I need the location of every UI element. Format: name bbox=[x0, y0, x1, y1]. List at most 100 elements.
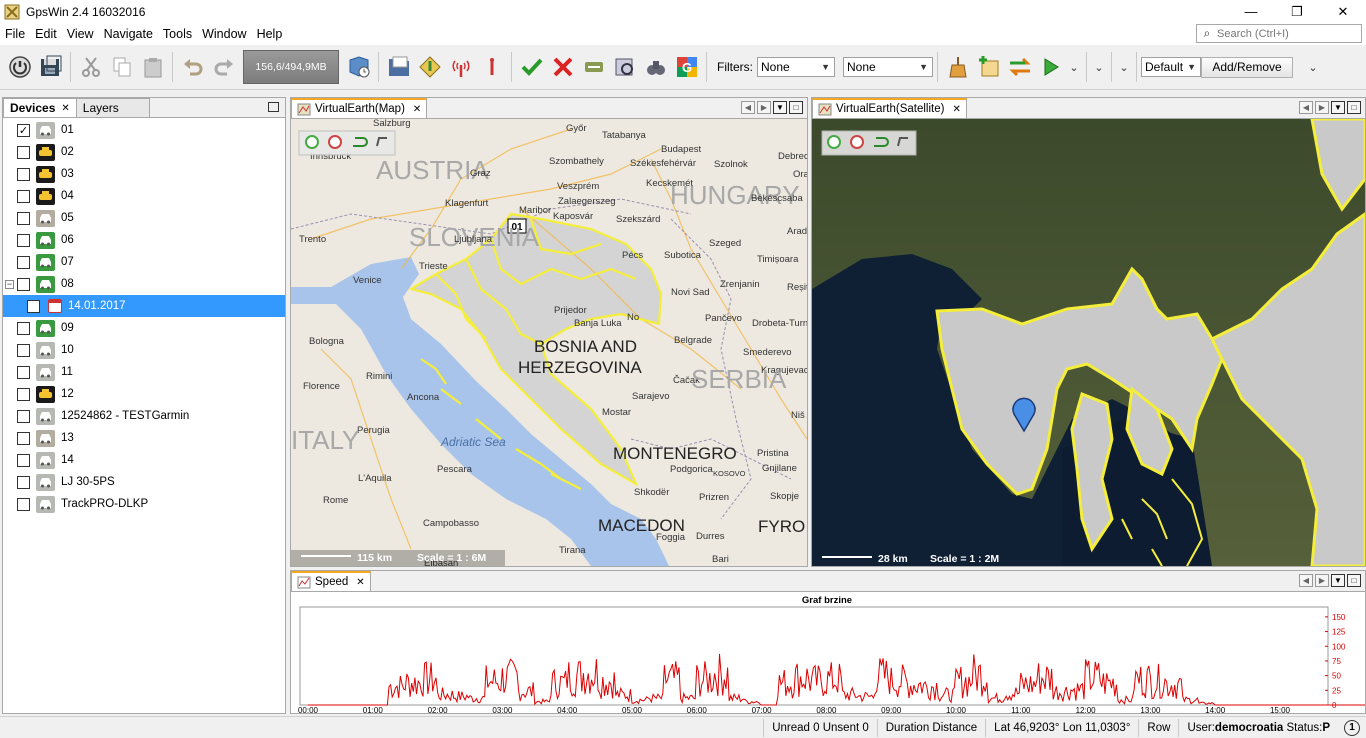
device-item[interactable]: TrackPRO-DLKP bbox=[3, 493, 285, 515]
menu-navigate[interactable]: Navigate bbox=[99, 27, 158, 41]
zoom-out-icon[interactable] bbox=[328, 135, 342, 149]
device-checkbox[interactable] bbox=[17, 145, 30, 159]
accept-button[interactable] bbox=[516, 52, 547, 83]
sync-button[interactable] bbox=[578, 52, 609, 83]
device-item[interactable]: 12524862 - TESTGarmin bbox=[3, 405, 285, 427]
device-checkbox[interactable] bbox=[27, 299, 40, 313]
menu-help[interactable]: Help bbox=[252, 27, 288, 41]
menu-edit[interactable]: Edit bbox=[30, 27, 62, 41]
device-item[interactable]: − 08 bbox=[3, 273, 285, 295]
power-button[interactable] bbox=[4, 52, 35, 83]
google-button[interactable]: G bbox=[671, 52, 702, 83]
dropdown-icon[interactable]: ▼ bbox=[1331, 101, 1345, 114]
filter-combo-1[interactable]: None ▼ bbox=[757, 57, 835, 77]
scroll-left-icon[interactable]: ◀ bbox=[1299, 574, 1313, 587]
device-item[interactable]: 12 bbox=[3, 383, 285, 405]
menu-window[interactable]: Window bbox=[197, 27, 251, 41]
clear-button[interactable] bbox=[942, 52, 973, 83]
device-item[interactable]: 02 bbox=[3, 141, 285, 163]
zoom-out-icon[interactable] bbox=[850, 135, 864, 149]
speed-chart[interactable]: Graf brzine 00:00 01:00 02:00 03:00 04:00 05:… bbox=[291, 592, 1365, 713]
marker-button[interactable] bbox=[476, 52, 507, 83]
device-checkbox[interactable] bbox=[17, 189, 30, 203]
device-checkbox[interactable] bbox=[17, 321, 30, 335]
road-map[interactable]: 01 Salzburg GyőrTatabanyaInnsbruckBudapes… bbox=[291, 119, 807, 566]
device-checkbox[interactable] bbox=[17, 409, 30, 423]
menu-view[interactable]: View bbox=[62, 27, 99, 41]
map-pin-button[interactable] bbox=[414, 52, 445, 83]
maximize-button[interactable]: ❐ bbox=[1274, 0, 1320, 23]
close-icon[interactable]: ✕ bbox=[356, 577, 364, 588]
save-button[interactable] bbox=[35, 52, 66, 83]
antenna-button[interactable] bbox=[445, 52, 476, 83]
zoom-in-icon[interactable] bbox=[827, 135, 841, 149]
device-checkbox[interactable] bbox=[17, 167, 30, 181]
copy-button[interactable] bbox=[106, 52, 137, 83]
dropdown-icon[interactable]: ▼ bbox=[773, 101, 787, 114]
play-button[interactable] bbox=[1035, 52, 1066, 83]
device-checkbox[interactable] bbox=[17, 343, 30, 357]
device-checkbox[interactable] bbox=[17, 277, 30, 291]
overflow-chevron-icon[interactable]: ⌄ bbox=[1305, 61, 1321, 74]
minimize-button[interactable]: — bbox=[1228, 0, 1274, 23]
tab-speed[interactable]: Speed ✕ bbox=[291, 571, 371, 591]
overflow-chevron-icon[interactable]: ⌄ bbox=[1091, 61, 1107, 74]
device-checkbox[interactable] bbox=[17, 233, 30, 247]
paste-button[interactable] bbox=[137, 52, 168, 83]
overflow-chevron-icon[interactable]: ⌄ bbox=[1116, 61, 1132, 74]
redo-button[interactable] bbox=[208, 52, 239, 83]
device-item[interactable]: ✓ 01 bbox=[3, 119, 285, 141]
undo-button[interactable] bbox=[177, 52, 208, 83]
device-item[interactable]: 06 bbox=[3, 229, 285, 251]
profile-combo[interactable]: Default ▼ bbox=[1141, 57, 1201, 77]
device-item[interactable]: 09 bbox=[3, 317, 285, 339]
device-checkbox[interactable]: ✓ bbox=[17, 123, 30, 137]
add-remove-button[interactable]: Add/Remove bbox=[1201, 56, 1293, 78]
device-checkbox[interactable] bbox=[17, 365, 30, 379]
device-checkbox[interactable] bbox=[17, 431, 30, 445]
device-log-item[interactable]: 14.01.2017 bbox=[3, 295, 285, 317]
garbage-collect-button[interactable] bbox=[343, 52, 374, 83]
search-input[interactable]: ⌕ Search (Ctrl+I) bbox=[1196, 24, 1362, 43]
device-item[interactable]: 10 bbox=[3, 339, 285, 361]
refresh-button[interactable] bbox=[1004, 52, 1035, 83]
scroll-left-icon[interactable]: ◀ bbox=[741, 101, 755, 114]
device-item[interactable]: LJ 30-5PS bbox=[3, 471, 285, 493]
device-checkbox[interactable] bbox=[17, 475, 30, 489]
tab-virtualearth-satellite[interactable]: VirtualEarth(Satellite) ✕ bbox=[812, 98, 967, 118]
device-item[interactable]: 13 bbox=[3, 427, 285, 449]
cut-button[interactable] bbox=[75, 52, 106, 83]
maximize-icon[interactable]: □ bbox=[1347, 101, 1361, 114]
device-item[interactable]: 07 bbox=[3, 251, 285, 273]
scroll-left-icon[interactable]: ◀ bbox=[1299, 101, 1313, 114]
menu-file[interactable]: File bbox=[0, 27, 30, 41]
tab-layers[interactable]: Layers bbox=[75, 98, 150, 117]
collapse-icon[interactable]: − bbox=[5, 279, 14, 289]
close-button[interactable]: ✕ bbox=[1320, 0, 1366, 23]
device-checkbox[interactable] bbox=[17, 497, 30, 511]
new-window-button[interactable] bbox=[973, 52, 1004, 83]
menu-tools[interactable]: Tools bbox=[158, 27, 197, 41]
close-icon[interactable]: ✕ bbox=[952, 104, 960, 115]
filter-combo-2[interactable]: None ▼ bbox=[843, 57, 933, 77]
device-item[interactable]: 05 bbox=[3, 207, 285, 229]
minimize-panel-icon[interactable] bbox=[268, 102, 279, 112]
device-item[interactable]: 14 bbox=[3, 449, 285, 471]
scan-button[interactable] bbox=[609, 52, 640, 83]
tab-devices[interactable]: Devices ✕ bbox=[3, 98, 77, 117]
notifications-icon[interactable]: 1 bbox=[1344, 719, 1360, 736]
open-folder-button[interactable] bbox=[383, 52, 414, 83]
scroll-right-icon[interactable]: ▶ bbox=[1315, 101, 1329, 114]
maximize-icon[interactable]: □ bbox=[1347, 574, 1361, 587]
satellite-map[interactable]: 28 km Scale = 1 : 2M bbox=[812, 119, 1365, 566]
find-button[interactable] bbox=[640, 52, 671, 83]
device-item[interactable]: 04 bbox=[3, 185, 285, 207]
tab-virtualearth-map[interactable]: VirtualEarth(Map) ✕ bbox=[291, 98, 428, 118]
device-item[interactable]: 03 bbox=[3, 163, 285, 185]
device-item[interactable]: 11 bbox=[3, 361, 285, 383]
zoom-in-icon[interactable] bbox=[305, 135, 319, 149]
scroll-right-icon[interactable]: ▶ bbox=[757, 101, 771, 114]
dropdown-icon[interactable]: ▼ bbox=[1331, 574, 1345, 587]
close-icon[interactable]: ✕ bbox=[413, 104, 421, 115]
device-checkbox[interactable] bbox=[17, 255, 30, 269]
